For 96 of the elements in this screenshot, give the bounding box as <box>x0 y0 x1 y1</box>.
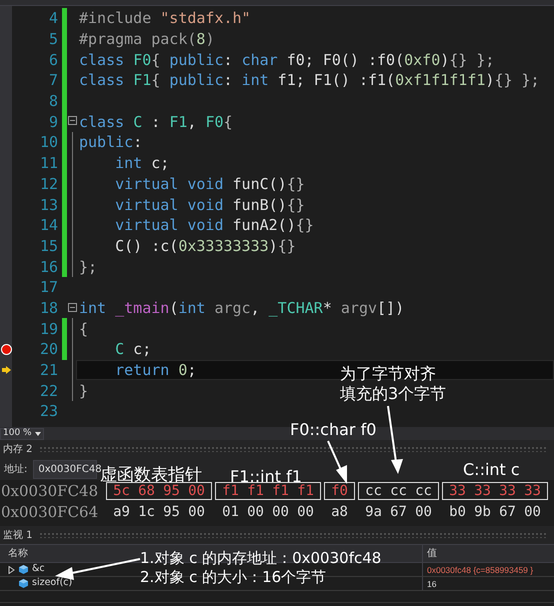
annotation: 为了字节对齐 填充的3个字节 <box>340 364 446 404</box>
code-line: virtual void funC(){} <box>114 174 305 194</box>
cube-icon <box>19 579 28 588</box>
cube-icon <box>19 565 28 574</box>
line-number: 11 <box>38 154 58 172</box>
memory-byte: 00 <box>187 482 206 498</box>
panel-title: 内存 2 <box>3 442 33 456</box>
line-number: 14 <box>38 216 58 234</box>
memory-byte: 00 <box>271 504 290 520</box>
code-line: int c; <box>114 153 170 174</box>
line-number: 9 <box>48 112 58 131</box>
code-line: #pragma pack(8) <box>78 29 214 50</box>
memory-byte: 1c <box>137 504 156 520</box>
code-line: } <box>78 380 88 401</box>
code-line: int _tmain(int argc, _TCHAR* argv[]) <box>78 298 404 318</box>
annotation: C::int c <box>463 460 520 480</box>
line-number: 10 <box>38 133 58 152</box>
line-number: 4 <box>48 9 58 28</box>
line-number: 16 <box>38 258 58 276</box>
line-number: 5 <box>48 30 58 48</box>
code-line: { <box>78 318 88 339</box>
memory-byte: 00 <box>296 504 315 520</box>
code-line: C c; <box>114 339 152 360</box>
collapse-icon[interactable] <box>68 302 77 312</box>
line-number: 6 <box>48 50 58 69</box>
caret-icon <box>35 432 41 436</box>
arrow-icon <box>2 366 10 374</box>
memory-byte: 95 <box>162 482 181 498</box>
memory-byte: cc <box>364 482 383 498</box>
memory-byte: 33 <box>498 482 517 498</box>
code-line: C() :c(0x33333333){} <box>114 236 296 256</box>
memory-byte: 00 <box>187 504 206 520</box>
memory-byte: b0 <box>448 504 467 520</box>
memory-byte: a9 <box>112 504 131 520</box>
line-number: 19 <box>38 320 58 338</box>
memory-byte: 67 <box>389 504 408 520</box>
watch-value: 16 <box>427 578 436 588</box>
memory-byte: a8 <box>330 504 349 520</box>
memory-byte: 67 <box>498 504 517 520</box>
watch-name: &c <box>32 562 45 576</box>
code-line: class F1{ public: int f1; F1() :f1(0xf1f1f1f1){} }; <box>78 70 540 90</box>
line-number: 23 <box>38 402 58 420</box>
line-number: 20 <box>38 340 58 358</box>
code-line: return 0; <box>114 360 196 380</box>
memory-byte: cc <box>414 482 433 498</box>
line-number: 17 <box>38 278 58 296</box>
panel-title: 监视 1 <box>3 528 33 542</box>
memory-byte: 33 <box>448 482 467 498</box>
memory-address: 0x0030FC64 <box>0 502 100 520</box>
line-number: 12 <box>38 174 58 193</box>
zoom-dropdown[interactable]: 100 % <box>0 428 44 440</box>
line-number: 21 <box>38 361 58 380</box>
memory-byte: 01 <box>221 504 240 520</box>
code-line: virtual void funB(){} <box>114 194 305 215</box>
code-line: #include "stdafx.h" <box>78 8 251 28</box>
line-number: 13 <box>38 196 58 214</box>
column-header[interactable]: 值 <box>427 546 437 561</box>
arrow <box>327 440 347 484</box>
memory-byte: 5c <box>112 482 131 498</box>
code-line: class C : F1, F0{ <box>78 112 233 132</box>
watch-value: 0x0030fc48 {c=858993459 } <box>427 564 534 574</box>
annotation: 虚函数表指针 <box>100 465 202 485</box>
collapse-icon[interactable] <box>68 116 77 126</box>
address-label: 地址: <box>4 462 28 476</box>
arrow <box>387 406 403 474</box>
expand-icon[interactable] <box>8 566 15 574</box>
memory-byte: f0 <box>330 482 349 498</box>
memory-byte: 33 <box>523 482 542 498</box>
memory-byte: 95 <box>162 504 181 520</box>
memory-address: 0x0030FC48 <box>0 482 100 500</box>
code-line: }; <box>78 256 98 277</box>
annotation: F0::char f0 <box>290 420 376 440</box>
annotation: 1.对象 c 的内存地址：0x0030fc48 <box>140 548 382 568</box>
code-line: public: <box>78 132 142 152</box>
memory-byte: 9b <box>473 504 492 520</box>
line-number: 18 <box>38 298 58 317</box>
memory-byte: f1 <box>246 482 265 498</box>
memory-byte: 33 <box>473 482 492 498</box>
memory-byte: 00 <box>246 504 265 520</box>
code-line: class F0{ public: char f0; F0() :f0(0xf0){} }; <box>78 50 494 70</box>
memory-byte: f1 <box>271 482 290 498</box>
memory-byte: 68 <box>137 482 156 498</box>
memory-byte: f1 <box>296 482 315 498</box>
memory-byte: 00 <box>414 504 433 520</box>
code-line: virtual void funA2(){} <box>114 215 314 236</box>
memory-byte: 9a <box>364 504 383 520</box>
line-number: 15 <box>38 236 58 255</box>
watch-name: sizeof(c) <box>32 576 72 590</box>
memory-byte: 00 <box>523 504 542 520</box>
line-number: 7 <box>48 71 58 90</box>
line-number: 22 <box>38 382 58 400</box>
column-header[interactable]: 名称 <box>8 546 28 561</box>
annotation: 2.对象 c 的大小：16个字节 <box>140 567 326 587</box>
memory-byte: cc <box>389 482 408 498</box>
line-number: 8 <box>48 92 58 110</box>
memory-byte: f1 <box>221 482 240 498</box>
